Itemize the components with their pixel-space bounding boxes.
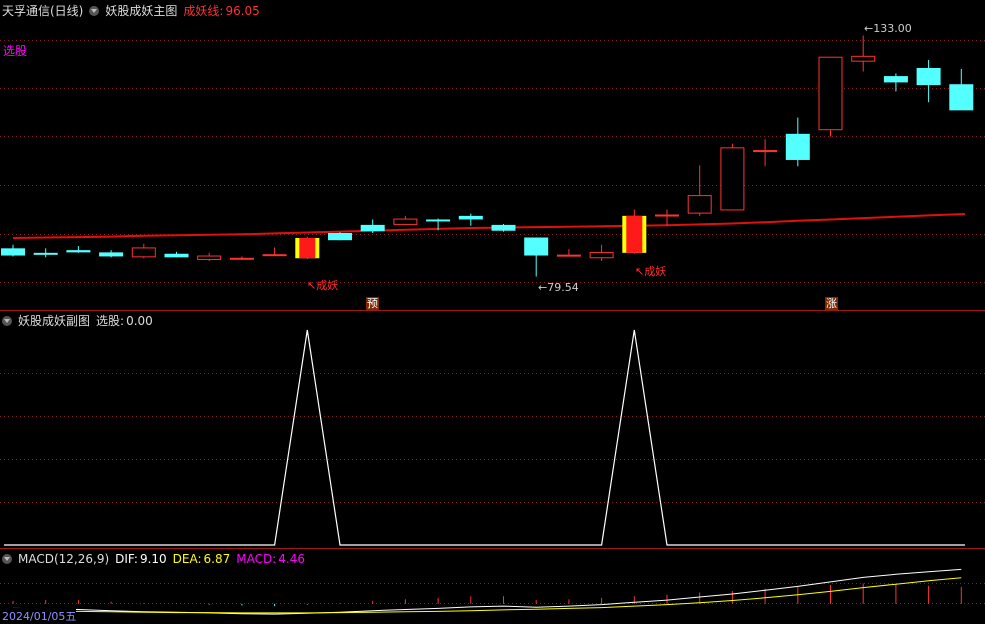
candle-body <box>818 56 843 131</box>
macd-label: MACD: <box>236 552 277 566</box>
signal-candle-inner <box>626 215 643 253</box>
macd-panel-header: MACD(12,26,9) DIF: 9.10 DEA: 6.87 MACD: 4.46 <box>2 551 311 567</box>
candle-body <box>197 255 222 261</box>
candle-body <box>589 251 614 259</box>
dropdown-icon[interactable] <box>89 6 100 16</box>
low-price-label: ←79.54 <box>538 281 579 294</box>
candle-body <box>99 252 124 257</box>
select-signal-line <box>4 329 965 546</box>
select-label: 选股 <box>3 44 28 58</box>
date-label: 2024/01/05五 <box>2 608 77 624</box>
tag-yu: 预 <box>366 297 379 310</box>
sub-select-label: 选股: <box>96 314 125 328</box>
main-panel-header: 天孚通信(日线) 妖股成妖主图 成妖线: 96.05 <box>2 3 266 19</box>
dropdown-icon[interactable] <box>2 316 12 326</box>
dea-label: DEA: <box>172 552 202 566</box>
dif-label: DIF: <box>115 552 138 566</box>
main-indicator-name[interactable]: 妖股成妖主图 <box>105 4 177 18</box>
sub-select-value: 0.00 <box>126 314 153 328</box>
candle-body <box>328 232 352 241</box>
sub-panel-header: 妖股成妖副图 选股: 0.00 <box>2 313 159 329</box>
stock-title: 天孚通信(日线) <box>2 4 84 18</box>
candle-body <box>1 248 25 256</box>
sub-indicator-name[interactable]: 妖股成妖副图 <box>18 314 90 328</box>
signal-candle-inner <box>299 237 316 259</box>
line-value: 96.05 <box>225 4 260 18</box>
candle-body <box>131 247 156 258</box>
macd-name[interactable]: MACD(12,26,9) <box>18 552 109 566</box>
candle-body <box>458 215 483 220</box>
candle-body <box>883 76 908 83</box>
candle-body <box>33 252 58 255</box>
candle-body <box>655 214 679 217</box>
candle-body <box>491 224 516 231</box>
chart-stage: 天孚通信(日线) 妖股成妖主图 成妖线: 96.05 选股 ↖成妖 ↖成妖 ←79.5… <box>0 0 985 624</box>
tag-zhang: 涨 <box>825 297 838 310</box>
signal-label-1: ↖成妖 <box>307 279 339 292</box>
candle-body <box>916 67 941 86</box>
dif-value: 9.10 <box>139 552 167 566</box>
candle-body <box>393 218 418 225</box>
dif-line <box>12 568 962 615</box>
candle-body <box>229 257 254 260</box>
dea-value: 6.87 <box>203 552 231 566</box>
dropdown-icon[interactable] <box>2 554 12 564</box>
candle-body <box>949 84 974 111</box>
candle-body <box>262 254 287 257</box>
candle-body <box>164 253 189 258</box>
candle-body <box>426 219 451 222</box>
candle-body <box>360 224 385 232</box>
macd-value: 4.46 <box>278 552 305 566</box>
candle-body <box>66 250 91 253</box>
signal-label-2: ↖成妖 <box>635 265 667 278</box>
candle-body <box>720 147 745 211</box>
candle-body <box>556 254 581 257</box>
line-label: 成妖线: <box>183 4 224 18</box>
high-price-label: ←133.00 <box>864 22 912 35</box>
candle-body <box>524 237 549 256</box>
candle-body <box>687 195 712 214</box>
candle-body <box>753 150 778 153</box>
candle-body <box>785 133 810 160</box>
candle-body <box>851 55 876 62</box>
